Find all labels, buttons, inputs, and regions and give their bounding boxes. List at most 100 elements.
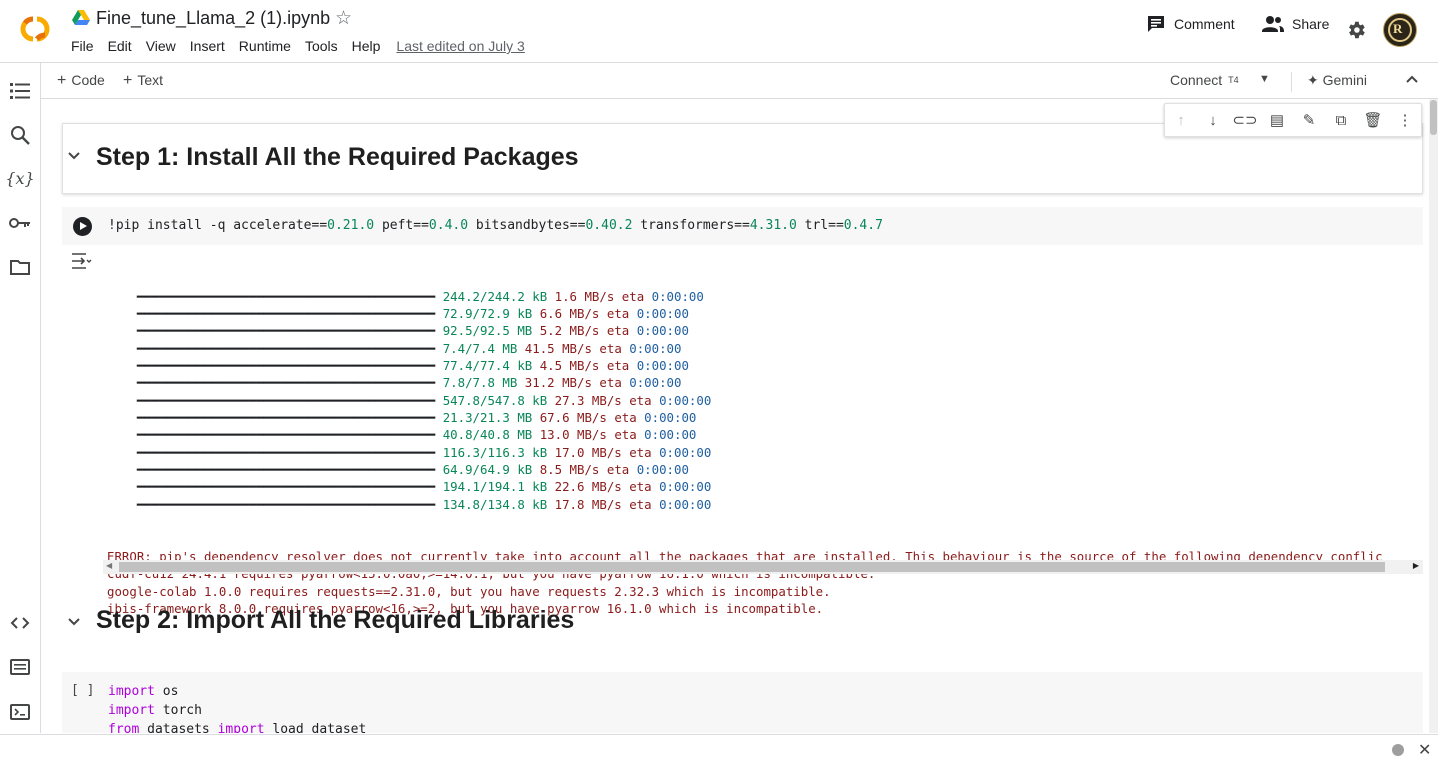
collapse-section-icon[interactable] [67, 617, 81, 627]
progress-bar: ━━━━━━━━━━━━━━━━━━━━━━━━━━━━━━━━━━━━━━━━ [136, 479, 436, 495]
eta-value: 0:00:00 [644, 427, 697, 443]
delete-icon[interactable]: 🗑 [1357, 111, 1389, 129]
menu-help[interactable]: Help [352, 38, 381, 54]
notebook-title[interactable]: Fine_tune_Llama_2 (1).ipynb [96, 8, 330, 29]
eta-value: 0:00:00 [659, 444, 712, 460]
download-size: 7.4/7.4 MB [442, 340, 518, 356]
left-rail: {x} [0, 63, 41, 733]
eta-label: eta [599, 462, 637, 478]
progress-bar: ━━━━━━━━━━━━━━━━━━━━━━━━━━━━━━━━━━━━━━━━ [136, 306, 436, 322]
gemini-button[interactable]: ✦ Gemini [1307, 72, 1367, 89]
share-button[interactable]: Share [1262, 14, 1329, 34]
user-avatar[interactable]: R [1383, 13, 1417, 47]
scroll-right-icon[interactable]: ▶ [1413, 561, 1419, 570]
download-speed: 6.6 MB/s [539, 306, 600, 322]
step1-heading: Step 1: Install All the Required Package… [96, 143, 579, 171]
eta-value: 0:00:00 [636, 358, 689, 374]
comment-cell-icon[interactable]: ▤ [1261, 111, 1293, 129]
scroll-left-icon[interactable]: ◀ [106, 561, 112, 570]
eta-value: 0:00:00 [636, 306, 689, 322]
chevron-down-icon[interactable]: ▼ [1259, 73, 1270, 85]
close-icon[interactable]: ✕ [1418, 740, 1431, 760]
keyword: import [108, 703, 155, 718]
menu-bar: File Edit View Insert Runtime Tools Help… [71, 38, 539, 54]
download-speed: 4.5 MB/s [539, 358, 600, 374]
eta-label: eta [621, 392, 660, 408]
code-snippets-icon[interactable] [9, 612, 31, 634]
last-edited-link[interactable]: Last edited on July 3 [396, 38, 524, 54]
pip-ver-2: 0.40.2 [585, 218, 633, 233]
code-cell-imports[interactable]: [ ] import os import torch from datasets i… [62, 672, 1423, 733]
add-text-button[interactable]: + Text [123, 72, 163, 90]
progress-bar: ━━━━━━━━━━━━━━━━━━━━━━━━━━━━━━━━━━━━━━━━ [136, 323, 436, 339]
key-icon[interactable] [9, 212, 31, 234]
pip-pkg-1: peft== [374, 218, 429, 233]
pip-pkg-2: bitsandbytes== [468, 218, 586, 233]
search-icon[interactable] [9, 124, 31, 146]
folder-icon[interactable] [9, 256, 31, 278]
progress-bar: ━━━━━━━━━━━━━━━━━━━━━━━━━━━━━━━━━━━━━━━━ [136, 392, 436, 408]
move-down-icon[interactable]: ↓ [1197, 112, 1229, 129]
people-icon [1262, 16, 1284, 32]
drive-icon[interactable] [72, 10, 90, 26]
notebook-area: Step 1: Install All the Required Package… [41, 99, 1429, 733]
execution-count[interactable]: [ ] [71, 683, 94, 698]
notebook-toolbar: + Code + Text Connect T4 ▼ ✦ Gemini [41, 63, 1438, 99]
pip-pkg-0: accelerate== [233, 218, 328, 233]
progress-line: ━━━━━━━━━━━━━━━━━━━━━━━━━━━━━━━━━━━━━━━━… [107, 496, 1423, 513]
menu-view[interactable]: View [146, 38, 176, 54]
progress-bar: ━━━━━━━━━━━━━━━━━━━━━━━━━━━━━━━━━━━━━━━━ [136, 444, 436, 460]
eta-label: eta [621, 496, 660, 512]
add-code-button[interactable]: + Code [57, 72, 105, 90]
menu-edit[interactable]: Edit [108, 38, 132, 54]
pip-ver-3: 4.31.0 [749, 218, 797, 233]
variables-icon[interactable]: {x} [5, 167, 34, 189]
gear-icon[interactable] [1345, 19, 1367, 41]
share-label: Share [1292, 16, 1330, 32]
menu-file[interactable]: File [71, 38, 94, 54]
connect-button[interactable]: Connect T4 [1170, 72, 1239, 88]
output-options-icon[interactable] [71, 252, 93, 274]
status-indicator-icon[interactable] [1392, 744, 1404, 756]
code-cell-pip[interactable]: !pip install -q accelerate==0.21.0 peft=… [62, 207, 1423, 245]
import-code[interactable]: import os import torch from datasets impor… [108, 682, 366, 733]
keyword: import [108, 684, 155, 699]
menu-runtime[interactable]: Runtime [239, 38, 291, 54]
menu-insert[interactable]: Insert [190, 38, 225, 54]
menu-tools[interactable]: Tools [305, 38, 338, 54]
eta-label: eta [599, 323, 637, 339]
download-size: 92.5/92.5 MB [442, 323, 533, 339]
download-speed: 17.8 MB/s [554, 496, 622, 512]
notebook-vertical-scrollbar[interactable] [1429, 99, 1438, 733]
progress-line: ━━━━━━━━━━━━━━━━━━━━━━━━━━━━━━━━━━━━━━━━… [107, 322, 1423, 339]
chevron-up-icon[interactable] [1405, 71, 1419, 87]
move-up-icon[interactable]: ↑ [1165, 112, 1197, 129]
colab-logo-icon[interactable] [12, 12, 58, 46]
terminal-icon[interactable] [9, 701, 31, 723]
eta-label: eta [621, 479, 660, 495]
more-vert-icon[interactable]: ⋮ [1389, 111, 1421, 129]
collapse-section-icon[interactable] [67, 151, 81, 161]
output-horizontal-scrollbar[interactable]: ◀ ▶ [103, 560, 1423, 574]
comment-button[interactable]: Comment [1146, 14, 1235, 34]
status-footer: ✕ [0, 734, 1438, 765]
toc-icon[interactable] [9, 80, 31, 102]
link-icon[interactable]: ⊂⊃ [1229, 111, 1261, 129]
run-cell-icon[interactable] [73, 217, 92, 236]
progress-line: ━━━━━━━━━━━━━━━━━━━━━━━━━━━━━━━━━━━━━━━━… [107, 426, 1423, 443]
eta-value: 0:00:00 [636, 323, 689, 339]
command-palette-icon[interactable] [9, 656, 31, 678]
scrollbar-thumb[interactable] [1430, 100, 1437, 135]
step2-heading: Step 2: Import All the Required Librarie… [96, 606, 575, 634]
mirror-cell-icon[interactable]: ⧉ [1325, 112, 1357, 129]
star-icon[interactable]: ☆ [335, 7, 352, 30]
scrollbar-thumb[interactable] [119, 562, 1385, 572]
eta-value: 0:00:00 [636, 462, 689, 478]
pip-ver-4: 0.4.7 [843, 218, 883, 233]
progress-line: ━━━━━━━━━━━━━━━━━━━━━━━━━━━━━━━━━━━━━━━━… [107, 340, 1423, 357]
pip-command[interactable]: !pip install -q accelerate==0.21.0 peft=… [108, 218, 883, 233]
pip-ver-1: 0.4.0 [428, 218, 469, 233]
edit-pencil-icon[interactable]: ✎ [1293, 111, 1325, 129]
download-size: 77.4/77.4 kB [442, 358, 533, 374]
pip-pkg-4: trl== [796, 218, 844, 233]
